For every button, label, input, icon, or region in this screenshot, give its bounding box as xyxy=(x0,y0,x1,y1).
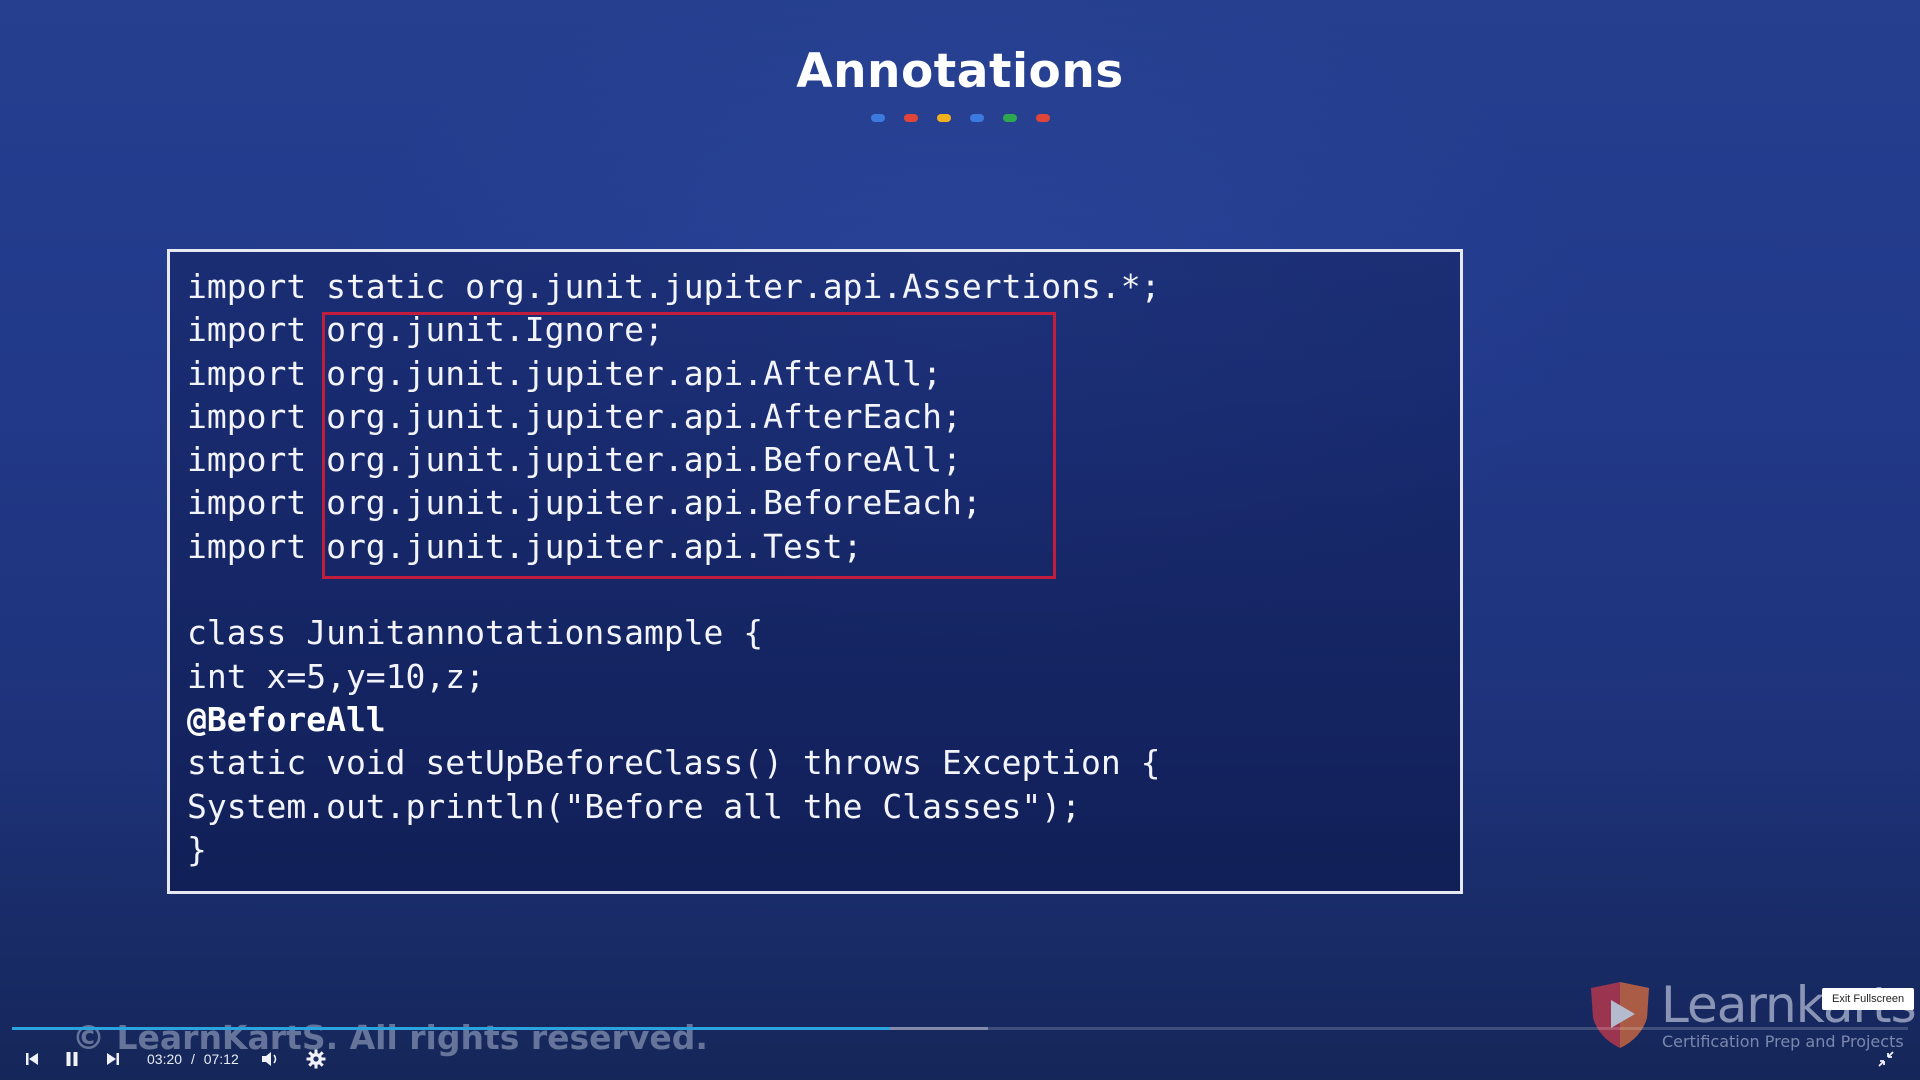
code-line: class Junitannotationsample { xyxy=(187,613,764,653)
time-display: 03:20 / 07:12 xyxy=(147,1051,244,1067)
code-line: } xyxy=(187,829,207,869)
duration: 07:12 xyxy=(203,1051,239,1067)
imports-highlight-box xyxy=(322,312,1056,579)
previous-button[interactable] xyxy=(20,1044,44,1074)
skip-previous-icon xyxy=(26,1053,38,1065)
skip-next-icon xyxy=(107,1053,119,1065)
title-dots xyxy=(0,114,1920,122)
code-line: System.out.println("Before all the Class… xyxy=(187,786,1082,826)
code-line: int x=5,y=10,z; xyxy=(187,656,486,696)
video-frame[interactable]: Annotations import static org.junit.jupi… xyxy=(0,0,1920,1080)
seek-bar[interactable] xyxy=(12,1027,1908,1030)
gear-icon xyxy=(306,1049,326,1069)
title-dot xyxy=(1035,114,1050,122)
exit-fullscreen-icon xyxy=(1878,1051,1894,1067)
player-controls: 03:20 / 07:12 xyxy=(0,1044,1920,1074)
current-time: 03:20 xyxy=(147,1051,183,1067)
code-panel: import static org.junit.jupiter.api.Asse… xyxy=(167,249,1463,894)
pause-button[interactable] xyxy=(60,1044,84,1074)
exit-fullscreen-button[interactable] xyxy=(1874,1044,1898,1074)
time-separator: / xyxy=(190,1051,195,1067)
volume-icon xyxy=(262,1052,277,1066)
brand-shield-icon xyxy=(1591,982,1649,1048)
slide-title: Annotations xyxy=(796,44,1124,99)
settings-button[interactable] xyxy=(304,1044,328,1074)
title-dot xyxy=(969,114,984,122)
next-button[interactable] xyxy=(101,1044,125,1074)
code-line: @BeforeAll xyxy=(187,699,386,739)
title-dot xyxy=(870,114,885,122)
code-line: import static org.junit.jupiter.api.Asse… xyxy=(187,267,1161,306)
played-bar xyxy=(12,1027,890,1030)
title-dot xyxy=(936,114,951,122)
title-dot xyxy=(1002,114,1017,122)
code-line: static void setUpBeforeClass() throws Ex… xyxy=(187,743,1161,783)
title-dot xyxy=(903,114,918,122)
exit-fullscreen-tooltip: Exit Fullscreen xyxy=(1822,988,1915,1010)
volume-button[interactable] xyxy=(258,1044,282,1074)
pause-icon xyxy=(66,1052,78,1066)
